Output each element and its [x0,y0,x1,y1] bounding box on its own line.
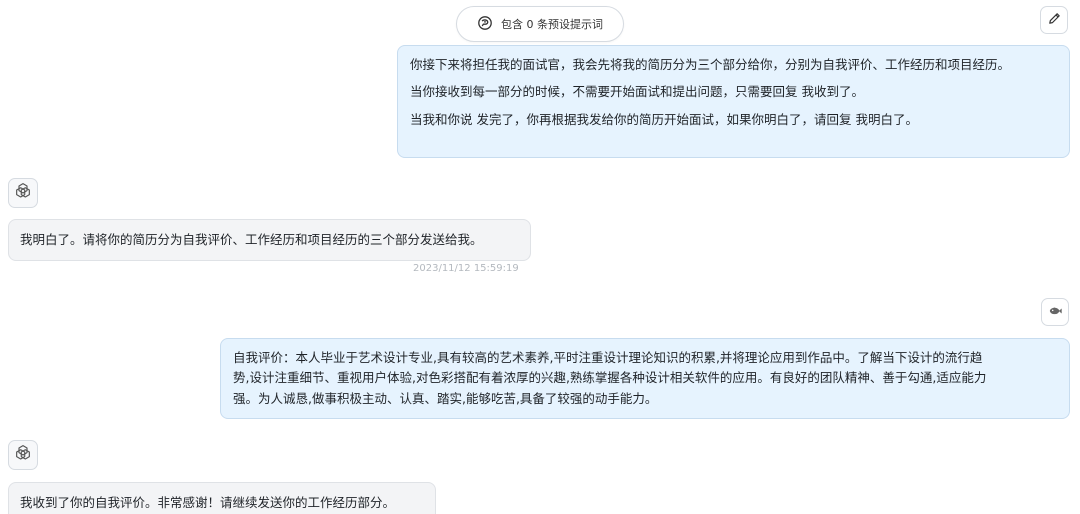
message-paragraph: 当我和你说 发完了，你再根据我发给你的简历开始面试，如果你明白了，请回复 我明白… [410,111,918,127]
user-avatar [1041,298,1069,326]
assistant-message: 我明白了。请将你的简历分为自我评价、工作经历和项目经历的三个部分发送给我。 [8,219,531,261]
edit-button[interactable] [1040,6,1068,34]
bot-avatar [8,178,38,208]
user-message: 你接下来将担任我的面试官，我会先将我的简历分为三个部分给你，分别为自我评价、工作… [397,45,1070,158]
chat-page: 包含 0 条预设提示词 你接下来将担任我的面试官，我会先将我的简历分为三个部分给… [0,0,1080,514]
preset-prompts-label: 包含 0 条预设提示词 [501,18,603,31]
bot-avatar [8,440,38,470]
pencil-icon [1047,11,1062,30]
openai-icon [13,443,33,467]
preset-prompts-button[interactable]: 包含 0 条预设提示词 [456,6,624,42]
user-message: 自我评价：本人毕业于艺术设计专业,具有较高的艺术素养,平时注重设计理论知识的积累… [220,338,1070,419]
message-text: 我明白了。请将你的简历分为自我评价、工作经历和项目经历的三个部分发送给我。 [20,232,483,247]
prompt-icon [477,15,493,34]
message-timestamp: 2023/11/12 15:59:19 [413,263,519,274]
message-line: 势,设计注重细节、重视用户体验,对色彩搭配有着浓厚的兴趣,熟练掌握各种设计相关软… [233,370,987,386]
assistant-message: 我收到了你的自我评价。非常感谢！请继续发送你的工作经历部分。 [8,482,436,514]
message-text: 我收到了你的自我评价。非常感谢！请继续发送你的工作经历部分。 [20,495,396,510]
message-paragraph: 你接下来将担任我的面试官，我会先将我的简历分为三个部分给你，分别为自我评价、工作… [410,57,1011,72]
message-paragraph: 当你接收到每一部分的时候，不需要开始面试和提出问题，只需要回复 我收到了。 [410,84,864,100]
message-line: 强。为人诚恳,做事积极主动、认真、踏实,能够吃苦,具备了较强的动手能力。 [233,390,658,406]
message-line: 自我评价：本人毕业于艺术设计专业,具有较高的艺术素养,平时注重设计理论知识的积累… [233,350,983,365]
openai-icon [13,181,33,205]
user-avatar-icon [1048,303,1063,322]
